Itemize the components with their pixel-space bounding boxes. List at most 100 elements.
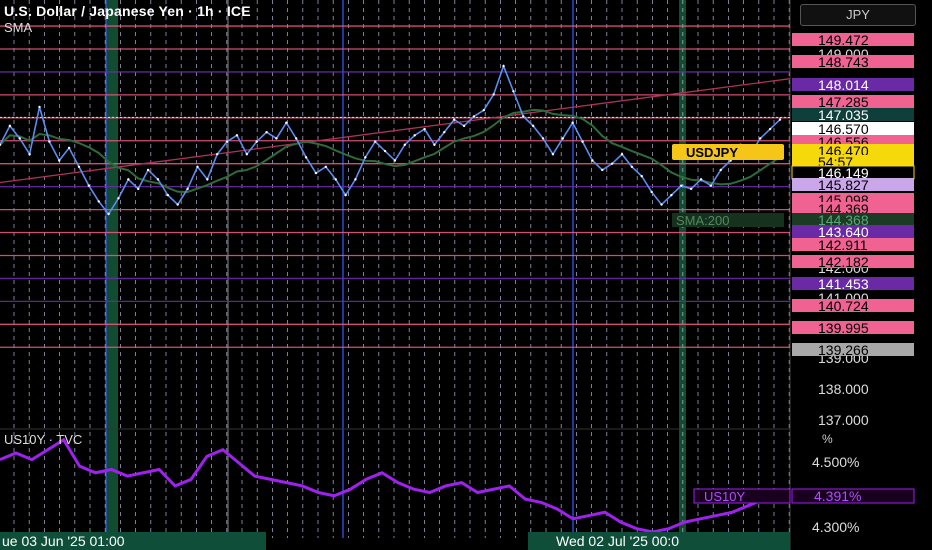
indicator-label[interactable]: SMA [4, 20, 32, 35]
price-point [660, 203, 663, 206]
price-point [512, 90, 515, 93]
price-point [225, 140, 229, 143]
price-point [216, 153, 219, 156]
price-point [630, 165, 634, 168]
price-point [709, 184, 713, 187]
yield-tick-label: 4.300% [812, 519, 859, 535]
price-point [334, 178, 337, 181]
price-point [206, 178, 209, 181]
price-point [561, 137, 564, 140]
price-point [768, 127, 772, 131]
price-point [314, 171, 318, 175]
price-point [364, 156, 367, 159]
price-point [295, 137, 298, 140]
price-level-label: 142.911 [818, 237, 868, 253]
price-point [97, 200, 100, 203]
price-point [235, 134, 239, 137]
price-point [285, 121, 288, 124]
price-level-label: 139.266 [818, 342, 869, 358]
price-point [166, 193, 170, 197]
usdjpy-tag-label: USDJPY [686, 145, 738, 160]
highlight-band-left [106, 0, 118, 538]
price-level-label: 148.014 [818, 77, 869, 93]
price-point [117, 197, 120, 200]
price-point [107, 212, 110, 216]
price-point [265, 130, 268, 134]
price-point [433, 143, 436, 146]
price-level-label: 149.472 [818, 32, 869, 48]
price-point [620, 153, 624, 156]
price-point [719, 168, 722, 172]
chart-title: U.S. Dollar / Japanese Yen · 1h · ICE [4, 3, 251, 19]
price-point [373, 140, 377, 143]
sma-tag-label: SMA:200 [676, 213, 729, 228]
price-point [383, 149, 387, 153]
price-point [196, 165, 199, 168]
time-label-left: ue 03 Jun '25 01:00 [2, 533, 125, 549]
price-point [610, 162, 614, 165]
price-point [492, 93, 495, 96]
price-point [650, 190, 653, 194]
price-point [551, 153, 555, 156]
price-point [778, 118, 782, 121]
price-point [462, 124, 466, 128]
currency-button[interactable]: JPY [800, 4, 916, 26]
price-point [127, 178, 130, 181]
price-point [472, 115, 476, 118]
price-level-label: 142.182 [818, 254, 869, 270]
price-point [452, 118, 456, 121]
background-layer [0, 0, 791, 550]
price-point [541, 137, 545, 140]
price-point [186, 187, 189, 191]
price-point [77, 165, 81, 168]
price-point [403, 143, 407, 146]
yield-current-label: 4.391% [814, 488, 861, 504]
price-point [423, 127, 426, 131]
subchart-title: US10Y · TVC [4, 432, 83, 447]
price-point [522, 115, 525, 118]
price-point [245, 153, 249, 156]
price-point [601, 168, 604, 172]
price-point [58, 159, 61, 162]
price-level-label: 145.827 [818, 177, 869, 193]
price-point [87, 184, 91, 187]
price-point [146, 168, 150, 172]
price-point [28, 153, 31, 156]
chart-canvas[interactable]: 150.000149.000142.000141.000139.000138.0… [0, 0, 932, 550]
price-point [670, 193, 673, 197]
price-point [18, 137, 21, 140]
price-point [581, 140, 584, 143]
price-level-label: 140.724 [818, 298, 869, 314]
price-point [482, 108, 485, 112]
price-tick-label: 137.000 [818, 412, 869, 428]
price-point [393, 159, 397, 162]
price-point [38, 105, 41, 109]
price-point [354, 178, 357, 181]
price-axis-labels: 150.000149.000142.000141.000139.000138.0… [672, 3, 915, 428]
price-point [759, 137, 762, 140]
price-point [137, 187, 140, 191]
price-point [8, 124, 12, 128]
price-point [571, 121, 574, 124]
us10y-tag-label: US10Y [704, 489, 746, 504]
price-point [255, 140, 258, 143]
price-point [324, 165, 328, 168]
price-point [275, 137, 278, 140]
time-label-right: Wed 02 Jul '25 00:0 [556, 533, 679, 549]
price-tick-label: 138.000 [818, 381, 869, 397]
price-point [680, 184, 683, 187]
price-point [640, 175, 643, 178]
price-point [48, 140, 51, 143]
price-point [176, 203, 179, 206]
price-level-label: 139.995 [818, 320, 869, 336]
horizontal-levels [0, 25, 791, 348]
price-point [67, 146, 71, 150]
price-level-label: 141.453 [818, 276, 869, 292]
price-point [699, 178, 703, 181]
price-point [443, 130, 446, 134]
price-point [502, 64, 505, 68]
price-point [344, 193, 347, 197]
time-axis: ue 03 Jun '25 01:00 Wed 02 Jul '25 00:0 [0, 532, 790, 550]
yield-axis-labels: 4.500% 4.300% US10Y 4.391% [693, 454, 915, 535]
price-point [689, 187, 693, 191]
